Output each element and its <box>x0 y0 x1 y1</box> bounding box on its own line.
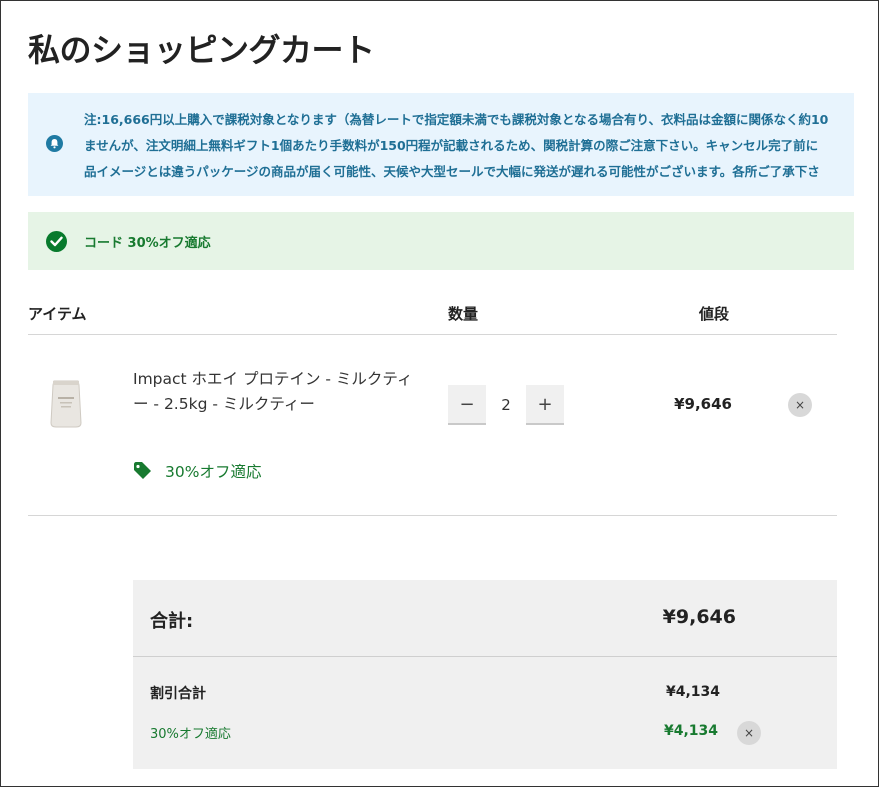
header-divider <box>28 334 837 335</box>
item-promo-label: 30%オフ適応 <box>165 463 262 481</box>
order-summary: 合計: ¥9,646 割引合計 ¥4,134 30%オフ適応 ¥4,134 × <box>133 580 837 769</box>
discount-total-value: ¥4,134 <box>665 684 720 700</box>
tag-icon <box>134 462 151 479</box>
remove-item-button[interactable]: × <box>788 393 812 417</box>
column-header-price: 値段 <box>699 305 730 323</box>
product-name[interactable]: Impact ホエイ プロテイン - ミルクティー - 2.5kg - ミルクテ… <box>133 367 418 417</box>
bell-icon <box>46 135 63 152</box>
notice-line: ませんが、注文明細上無料ギフト1個あたり手数料が150円程が記載されるため、関税… <box>84 138 819 153</box>
notice-line: 注:16,666円以上購入で課税対象となります（為替レートで指定額未満でも課税対… <box>84 112 829 127</box>
discount-total-label: 割引合計 <box>150 686 206 702</box>
total-value: ¥9,646 <box>662 606 736 628</box>
increase-quantity-button[interactable]: + <box>526 385 564 425</box>
discount-code-label: 30%オフ適応 <box>150 727 231 742</box>
product-image[interactable] <box>48 377 84 429</box>
notice-line: 品イメージとは違うパッケージの商品が届く可能性、天候や大型セールで大幅に発送が遅… <box>84 164 820 179</box>
page-title: 私のショッピングカート <box>28 31 375 69</box>
total-label: 合計: <box>150 611 194 632</box>
decrease-quantity-button[interactable]: − <box>448 385 486 425</box>
code-applied-banner: コード 30%オフ適応 <box>28 212 854 270</box>
discount-code-value: ¥4,134 <box>663 723 718 739</box>
column-header-item: アイテム <box>28 305 87 323</box>
code-applied-message: コード 30%オフ適応 <box>84 236 211 251</box>
check-circle-icon <box>46 231 67 252</box>
item-promo: 30%オフ適応 <box>133 460 261 482</box>
summary-divider <box>133 656 837 657</box>
quantity-value: 2 <box>501 396 511 414</box>
item-divider <box>28 515 837 516</box>
column-header-quantity: 数量 <box>448 305 479 323</box>
item-price: ¥9,646 <box>674 395 732 413</box>
customs-notice-banner: 注:16,666円以上購入で課税対象となります（為替レートで指定額未満でも課税対… <box>28 93 854 196</box>
remove-discount-button[interactable]: × <box>737 721 761 745</box>
notice-text: 注:16,666円以上購入で課税対象となります（為替レートで指定額未満でも課税対… <box>84 107 854 185</box>
